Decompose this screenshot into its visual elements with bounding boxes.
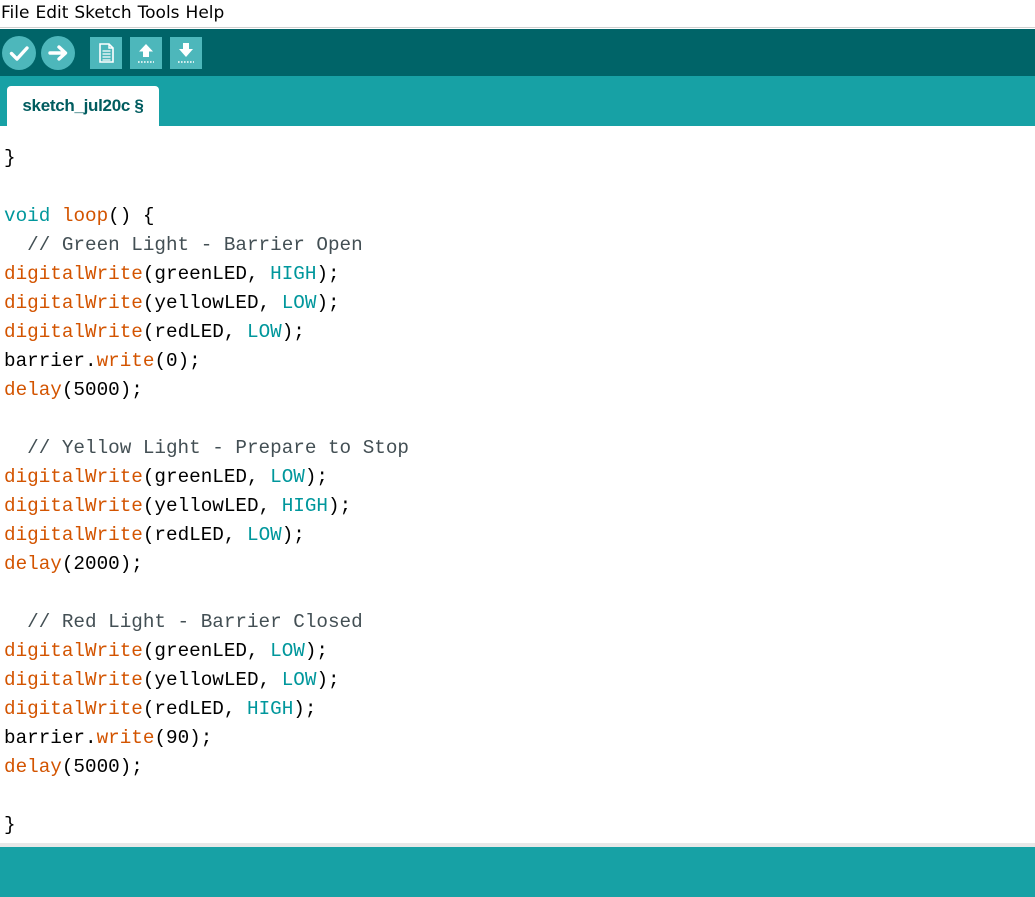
code-line: digitalWrite(redLED, LOW); — [4, 318, 305, 347]
code-token: HIGH — [247, 698, 294, 720]
code-line: } — [4, 811, 16, 840]
code-token: barrier. — [4, 727, 97, 749]
new-button[interactable] — [90, 37, 122, 69]
code-token: ); — [281, 524, 305, 546]
code-line: barrier.write(0); — [4, 347, 201, 376]
code-token: HIGH — [281, 495, 329, 517]
code-token: loop — [61, 205, 109, 227]
code-token: digitalWrite — [4, 321, 143, 343]
verify-button[interactable] — [2, 36, 36, 70]
code-token: digitalWrite — [4, 263, 143, 285]
code-line: digitalWrite(yellowLED, LOW); — [4, 289, 340, 318]
code-line: digitalWrite(yellowLED, LOW); — [4, 666, 340, 695]
menu-tools[interactable]: Tools — [137, 0, 183, 27]
code-token: ); — [316, 263, 340, 285]
code-token: ); — [316, 669, 340, 691]
menu-sketch[interactable]: Sketch — [73, 0, 134, 27]
code-token: ); — [304, 640, 329, 662]
code-token: digitalWrite — [4, 495, 143, 517]
menu-bar: File Edit Sketch Tools Help — [0, 0, 1035, 28]
code-token: delay — [4, 379, 62, 401]
open-button[interactable] — [130, 37, 162, 69]
code-token: (greenLED, — [142, 466, 271, 488]
code-token: // Green Light - Barrier Open — [4, 234, 363, 256]
code-token: (redLED, — [142, 698, 247, 720]
code-token: LOW — [270, 640, 305, 662]
code-token: (greenLED, — [142, 640, 271, 662]
code-line: digitalWrite(redLED, HIGH); — [4, 695, 316, 724]
tab-label: sketch_jul20c § — [22, 96, 144, 115]
code-token: (yellowLED, — [142, 669, 282, 691]
toolbar — [0, 29, 1035, 76]
code-token: (yellowLED, — [142, 292, 282, 314]
code-token: (redLED, — [142, 321, 247, 343]
code-token: (0); — [154, 350, 201, 372]
code-line: } — [4, 144, 16, 173]
code-token: LOW — [247, 524, 282, 546]
code-line: digitalWrite(redLED, LOW); — [4, 521, 305, 550]
code-token: digitalWrite — [4, 466, 143, 488]
code-line: digitalWrite(greenLED, LOW); — [4, 637, 328, 666]
code-token: } — [4, 814, 16, 836]
code-token: LOW — [281, 669, 317, 691]
arrow-down-icon — [178, 43, 194, 63]
code-token: ); — [316, 292, 340, 314]
code-token: (yellowLED, — [142, 495, 282, 517]
menu-edit[interactable]: Edit — [34, 0, 71, 27]
code-line: delay(5000); — [4, 753, 143, 782]
code-token: void — [4, 205, 51, 227]
code-token: ); — [293, 698, 317, 720]
save-button[interactable] — [170, 37, 202, 69]
code-token: (2000); — [61, 553, 143, 575]
code-token: digitalWrite — [4, 524, 143, 546]
code-token: (5000); — [61, 756, 143, 778]
code-token: () { — [108, 205, 155, 227]
code-token: // Red Light - Barrier Closed — [4, 611, 363, 633]
checkmark-icon — [9, 46, 29, 61]
code-token: (5000); — [61, 379, 143, 401]
code-token: digitalWrite — [4, 292, 143, 314]
code-line: digitalWrite(yellowLED, HIGH); — [4, 492, 351, 521]
status-bar — [0, 847, 1035, 897]
code-token: digitalWrite — [4, 669, 143, 691]
menu-help[interactable]: Help — [185, 0, 228, 27]
code-token: barrier. — [4, 350, 97, 372]
code-line: // Red Light - Barrier Closed — [4, 608, 363, 637]
code-token: LOW — [270, 466, 305, 488]
code-token: write — [96, 727, 155, 749]
menu-file[interactable]: File — [0, 0, 32, 27]
code-line: delay(2000); — [4, 550, 143, 579]
code-token: digitalWrite — [4, 698, 143, 720]
code-token: LOW — [247, 321, 282, 343]
code-line: // Green Light - Barrier Open — [4, 231, 363, 260]
code-token: } — [4, 147, 16, 169]
code-token: digitalWrite — [4, 640, 143, 662]
document-icon — [99, 43, 114, 63]
code-line: digitalWrite(greenLED, HIGH); — [4, 260, 340, 289]
code-line: // Yellow Light - Prepare to Stop — [4, 434, 409, 463]
tab-bar: sketch_jul20c § — [0, 76, 1035, 126]
tab-sketch[interactable]: sketch_jul20c § — [7, 86, 159, 126]
code-token: HIGH — [270, 263, 317, 285]
code-token: ); — [304, 466, 329, 488]
code-token: delay — [4, 756, 62, 778]
code-token: write — [96, 350, 155, 372]
code-token: (greenLED, — [142, 263, 271, 285]
arrow-right-icon — [48, 45, 68, 61]
code-line: digitalWrite(greenLED, LOW); — [4, 463, 328, 492]
code-line: void loop() { — [4, 202, 154, 231]
code-token: ); — [281, 321, 305, 343]
code-line: delay(5000); — [4, 376, 143, 405]
code-token: (redLED, — [142, 524, 247, 546]
code-token: ); — [328, 495, 352, 517]
upload-button[interactable] — [41, 36, 75, 70]
code-token: (90); — [154, 727, 213, 749]
code-token: LOW — [281, 292, 317, 314]
code-line: barrier.write(90); — [4, 724, 212, 753]
code-token: // Yellow Light - Prepare to Stop — [4, 437, 409, 459]
code-token: delay — [4, 553, 62, 575]
arrow-up-icon — [138, 44, 154, 63]
code-editor[interactable]: } void loop() { // Green Light - Barrier … — [0, 126, 1035, 843]
